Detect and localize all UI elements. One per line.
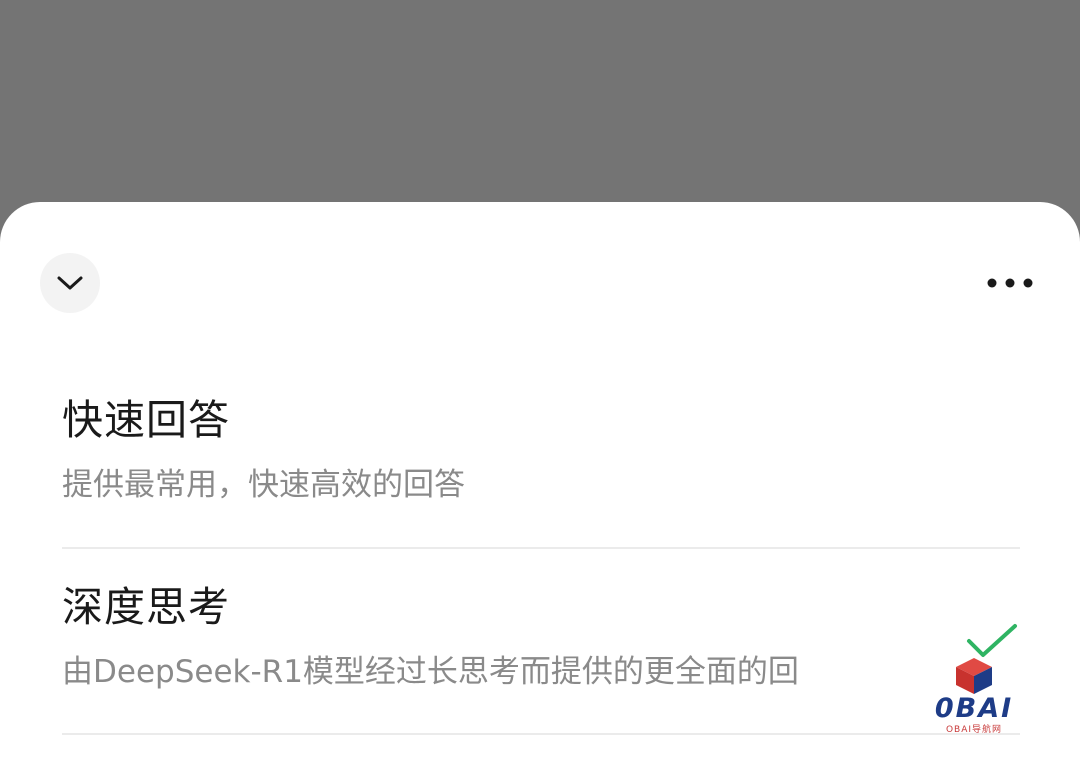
divider [62, 547, 1020, 549]
option-description: 提供最常用，快速高效的回答 [62, 467, 465, 503]
option-title: 深度思考 [62, 583, 230, 631]
more-horizontal-icon [987, 278, 1033, 288]
watermark-logo: 0BAI OBAI导航网 [922, 656, 1026, 740]
option-quick-answer[interactable]: 快速回答 提供最常用，快速高效的回答 [62, 395, 1022, 505]
cube-logo-icon [956, 658, 992, 694]
chevron-down-icon [57, 276, 83, 290]
divider [62, 733, 1020, 735]
watermark-brand: 0BAI [934, 693, 1014, 724]
model-select-sheet: 快速回答 提供最常用，快速高效的回答 深度思考 由DeepSeek-R1模型经过… [0, 202, 1080, 762]
more-button[interactable] [980, 268, 1040, 298]
option-description: 由DeepSeek-R1模型经过长思考而提供的更全面的回 [62, 654, 799, 690]
watermark-subtitle: OBAI导航网 [945, 725, 1003, 735]
option-title: 快速回答 [62, 396, 230, 444]
collapse-button[interactable] [40, 253, 100, 313]
option-deep-thinking[interactable]: 深度思考 由DeepSeek-R1模型经过长思考而提供的更全面的回 [62, 582, 1022, 692]
